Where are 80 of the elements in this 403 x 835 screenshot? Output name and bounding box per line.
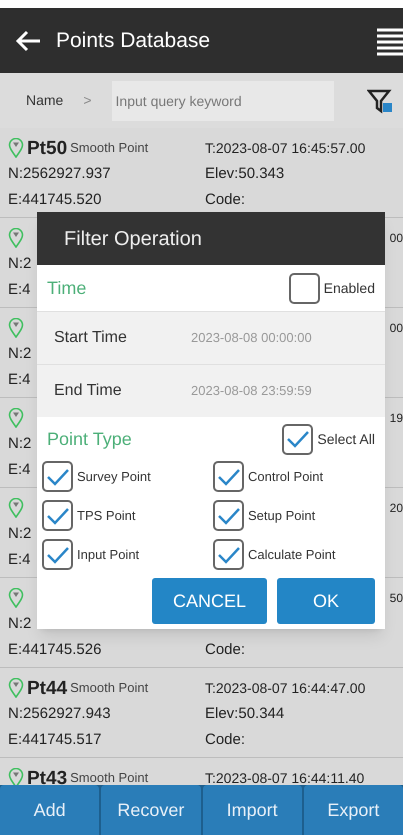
- point-type: Smooth Point: [70, 139, 148, 158]
- checkbox[interactable]: [42, 461, 73, 492]
- point-time: T:2023-08-07 16:45:57.00: [205, 138, 366, 158]
- time-value: 2023-08-08 00:00:00: [191, 329, 312, 348]
- elevation-text: Elev:50.343: [205, 164, 284, 184]
- checkbox-label: Survey Point: [77, 468, 151, 486]
- location-pin-icon: [8, 408, 24, 428]
- code-text: Code:: [205, 190, 246, 210]
- checkbox[interactable]: [42, 539, 73, 570]
- code-text: Code:: [205, 730, 246, 750]
- toolbar-button[interactable]: Add: [0, 785, 100, 835]
- northing-text: N:2: [8, 524, 32, 542]
- point-time: 00: [390, 230, 403, 247]
- time-label: Start Time: [54, 328, 128, 348]
- northing-text: N:2: [8, 614, 32, 632]
- checkbox-label: Calculate Point: [248, 546, 336, 564]
- northing-text: N:2: [8, 344, 32, 362]
- point-type: Smooth Point: [70, 679, 148, 698]
- time-label: End Time: [54, 381, 123, 401]
- section-heading: Point Type: [47, 428, 133, 451]
- easting-text: E:4: [8, 550, 31, 568]
- point-type: Smooth Point: [70, 769, 148, 785]
- point-time: 00: [390, 320, 403, 337]
- northing-text: N:2: [8, 254, 32, 272]
- checkbox[interactable]: [42, 500, 73, 531]
- checkbox[interactable]: [282, 424, 314, 454]
- point-name: Pt50: [27, 138, 68, 158]
- section-heading: Time: [47, 276, 88, 300]
- point-time: T:2023-08-07 16:44:47.00: [205, 678, 366, 698]
- time-row[interactable]: End Time 2023-08-08 23:59:59: [37, 364, 385, 417]
- location-pin-icon: [8, 498, 24, 518]
- dialog-button[interactable]: OK: [277, 578, 375, 624]
- location-pin-icon: [8, 138, 24, 158]
- location-pin-icon: [8, 588, 24, 608]
- checkbox-label: Input Point: [77, 546, 140, 564]
- point-name: Pt43: [27, 768, 68, 785]
- location-pin-icon: [8, 768, 24, 785]
- easting-text: E:4: [8, 280, 31, 298]
- code-text: Code:: [205, 640, 246, 660]
- point-name: Pt44: [27, 678, 68, 698]
- location-pin-icon: [8, 228, 24, 248]
- checkbox[interactable]: [288, 272, 320, 304]
- easting-text: E:4: [8, 370, 31, 388]
- checkbox[interactable]: [213, 500, 244, 531]
- filter-icon[interactable]: [367, 88, 393, 114]
- point-time: 19: [390, 410, 403, 427]
- easting-text: E:4: [8, 460, 31, 478]
- toolbar-button[interactable]: Recover: [101, 785, 200, 835]
- toolbar-button[interactable]: Import: [202, 785, 302, 835]
- dialog-button[interactable]: CANCEL: [152, 578, 267, 624]
- location-pin-icon: [8, 678, 24, 698]
- back-arrow-icon[interactable]: [14, 28, 42, 52]
- point-time: 50: [390, 590, 403, 607]
- checkbox-label: TPS Point: [77, 506, 136, 525]
- checkbox-label: Setup Point: [248, 506, 316, 525]
- search-field[interactable]: Input query keyword: [112, 80, 334, 120]
- chevron-text: >: [83, 91, 92, 110]
- dialog-title: Filter Operation: [64, 226, 202, 252]
- northing-text: N:2562927.943: [8, 704, 111, 722]
- easting-text: E:441745.517: [8, 730, 102, 748]
- page-title: Points Database: [56, 28, 210, 54]
- time-value: 2023-08-08 23:59:59: [191, 382, 312, 400]
- checkbox[interactable]: [213, 461, 244, 492]
- time-row[interactable]: Start Time 2023-08-08 00:00:00: [37, 311, 385, 364]
- location-pin-icon: [8, 318, 24, 338]
- menu-icon[interactable]: [375, 26, 403, 56]
- checkbox[interactable]: [213, 539, 244, 570]
- toolbar-button[interactable]: Export: [304, 785, 403, 835]
- point-time: 20: [390, 500, 403, 517]
- checkbox-label: Select All: [317, 430, 375, 448]
- northing-text: N:2: [8, 434, 32, 452]
- point-time: T:2023-08-07 16:44:11.40: [205, 768, 364, 785]
- easting-text: E:441745.526: [8, 640, 102, 658]
- easting-text: E:441745.520: [8, 190, 102, 208]
- checkbox-label: Enabled: [324, 278, 375, 298]
- elevation-text: Elev:50.344: [205, 704, 284, 724]
- point-row[interactable]: Pt44 Smooth Point T:2023-08-07 16:44:47.00 N:2562927.943 Elev:50.344 E:441745.517 Code:: [0, 668, 403, 758]
- checkbox-label: Control Point: [248, 468, 324, 486]
- northing-text: N:2562927.937: [8, 164, 111, 182]
- field-label[interactable]: Name: [26, 90, 64, 111]
